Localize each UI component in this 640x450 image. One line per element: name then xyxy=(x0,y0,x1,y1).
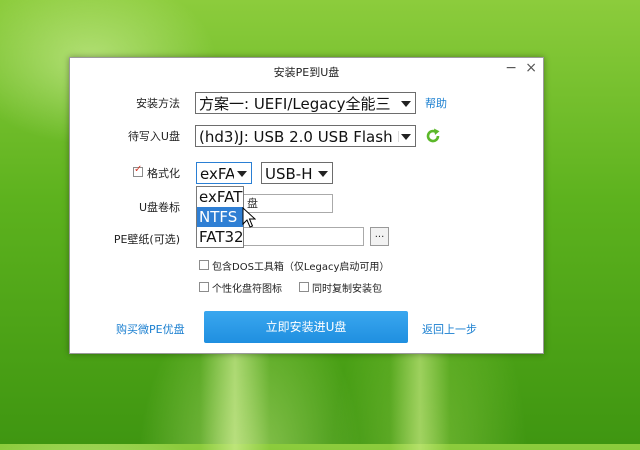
install-method-select[interactable]: 方案一: UEFI/Legacy全能三 xyxy=(195,92,416,114)
wallpaper-label: PE壁纸(可选) xyxy=(113,233,180,246)
help-link[interactable]: 帮助 xyxy=(425,95,447,111)
chevron-down-icon xyxy=(237,171,247,177)
install-now-button[interactable]: 立即安装进U盘 xyxy=(204,311,408,343)
custom-icon-checkbox[interactable] xyxy=(199,282,209,292)
dos-toolbox-checkbox[interactable] xyxy=(199,260,209,270)
filesystem-select[interactable]: exFA xyxy=(196,162,252,184)
chevron-down-icon xyxy=(401,101,411,107)
install-method-value: 方案一: UEFI/Legacy全能三 xyxy=(199,95,391,113)
close-button[interactable]: × xyxy=(525,60,537,76)
install-method-label: 安装方法 xyxy=(136,97,180,110)
window-title: 安装PE到U盘 xyxy=(273,66,340,79)
volume-label: U盘卷标 xyxy=(138,201,180,214)
target-disk-select[interactable]: (hd3)J: USB 2.0 USB Flash D xyxy=(195,125,416,147)
browse-button[interactable]: ... xyxy=(370,227,389,246)
filesystem-value: exFA xyxy=(200,165,234,183)
buy-pe-usb-link[interactable]: 购买微PE优盘 xyxy=(116,321,185,337)
custom-icon-label: 个性化盘符图标 xyxy=(212,284,282,295)
copy-package-checkbox[interactable] xyxy=(299,282,309,292)
dos-toolbox-label: 包含DOS工具箱（仅Legacy启动可用） xyxy=(212,262,390,273)
copy-package-label: 同时复制安装包 xyxy=(312,284,382,295)
target-disk-label: 待写入U盘 xyxy=(127,130,180,143)
chevron-down-icon xyxy=(401,134,411,140)
install-pe-dialog: 安装PE到U盘 − × 安装方法 方案一: UEFI/Legacy全能三 帮助 … xyxy=(69,57,544,354)
minimize-button[interactable]: − xyxy=(505,60,517,76)
dropdown-option-ntfs[interactable]: NTFS xyxy=(197,207,243,227)
format-checkbox[interactable] xyxy=(133,164,143,177)
target-disk-value: (hd3)J: USB 2.0 USB Flash D xyxy=(199,128,399,146)
boot-mode-value: USB-H xyxy=(265,165,313,183)
format-label: 格式化 xyxy=(147,167,180,180)
refresh-icon[interactable] xyxy=(425,128,441,144)
chevron-down-icon xyxy=(318,171,328,177)
back-link[interactable]: 返回上一步 xyxy=(422,321,477,337)
dropdown-option-exfat[interactable]: exFAT xyxy=(197,187,243,207)
mouse-cursor-icon xyxy=(242,207,256,228)
filesystem-dropdown-list: exFAT NTFS FAT32 xyxy=(196,186,244,248)
dropdown-option-fat32[interactable]: FAT32 xyxy=(197,227,244,247)
boot-mode-select[interactable]: USB-H xyxy=(261,162,333,184)
